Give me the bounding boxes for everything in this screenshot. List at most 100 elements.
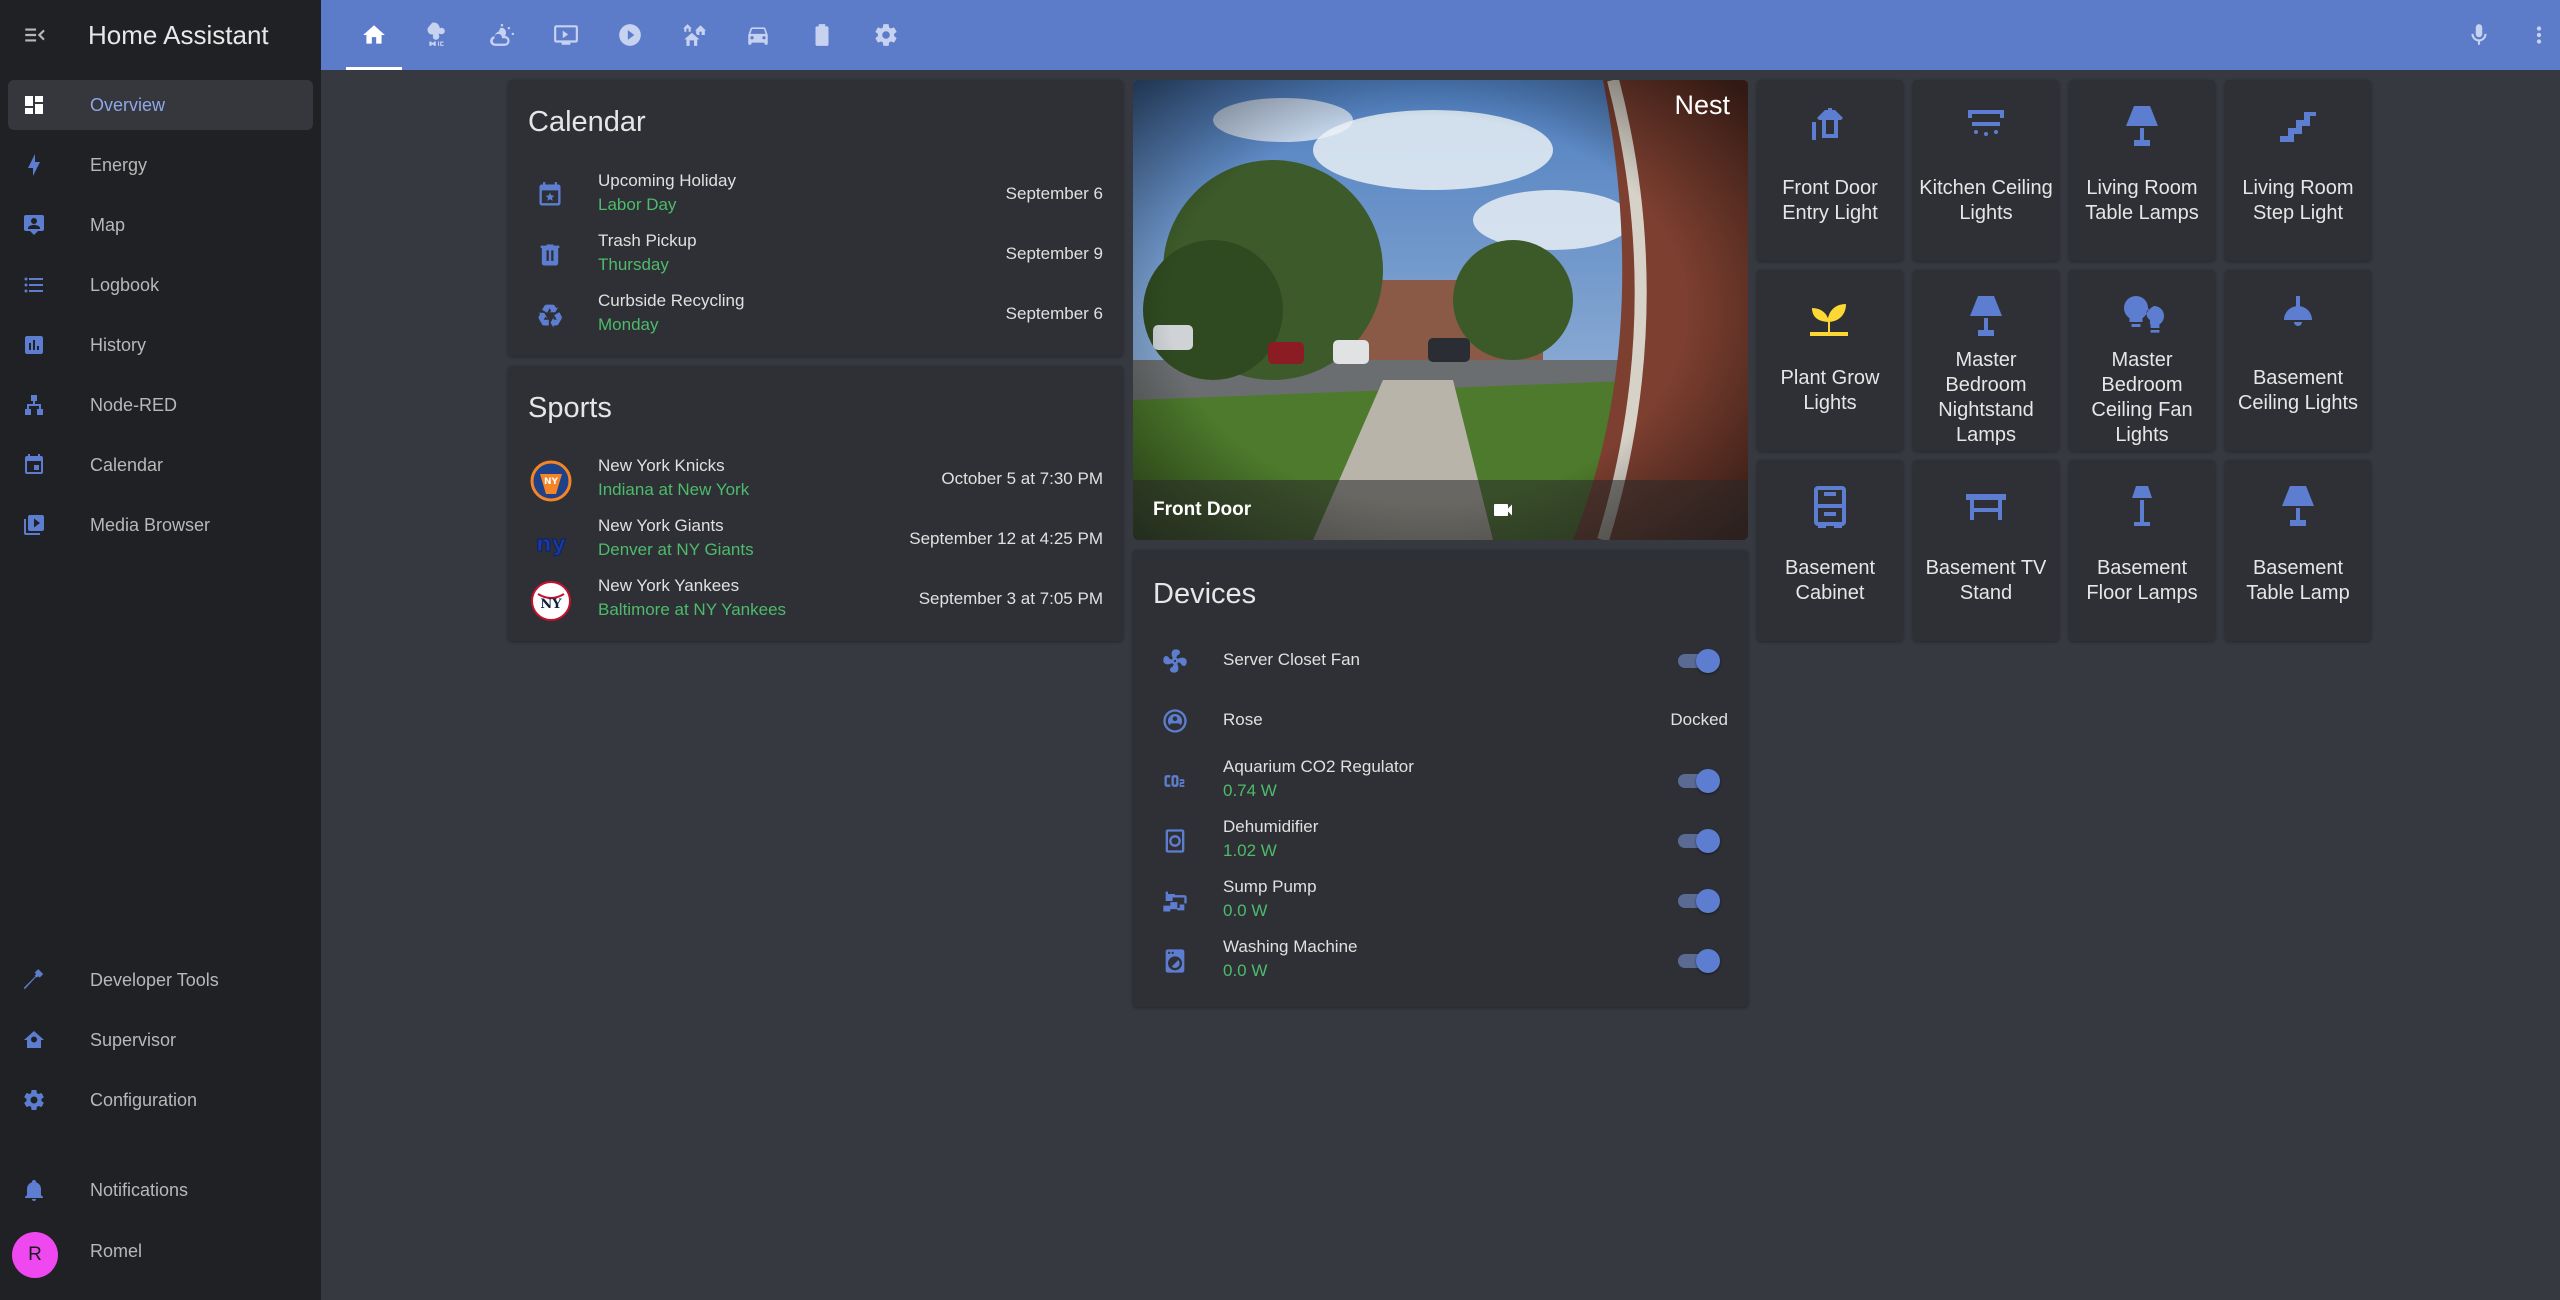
tile-master-bedroom-ceiling-fan-lights[interactable]: Master Bedroom Ceiling Fan Lights [2069, 270, 2215, 451]
tile-basement-cabinet[interactable]: Basement Cabinet [1757, 460, 1903, 641]
device-row[interactable]: Rose Docked [1133, 691, 1748, 751]
tile-label: Basement Cabinet [1784, 557, 1876, 604]
sidebar-item-label: History [90, 334, 147, 355]
supervisor-icon [24, 1031, 44, 1048]
gear-icon [24, 1090, 44, 1110]
list-item[interactable]: NY New York Yankees Baltimore at NY Yank… [508, 570, 1123, 630]
tab-battery[interactable] [790, 0, 854, 70]
media-browser-icon [24, 515, 44, 535]
sidebar: Home Assistant Overview Energy Map Logbo… [0, 0, 321, 1300]
sidebar-item-configuration[interactable]: Configuration [8, 1075, 313, 1125]
tab-media[interactable] [534, 0, 598, 70]
device-row[interactable]: Dehumidifier 1.02 W [1133, 811, 1748, 871]
sidebar-item-node-red[interactable]: Node-RED [8, 380, 313, 430]
camera-name: Front Door [1153, 499, 1252, 520]
sidebar-item-logbook[interactable]: Logbook [8, 260, 313, 310]
tile-label: Master Bedroom Ceiling Fan Lights [2091, 349, 2193, 446]
svg-text:NY: NY [544, 477, 559, 487]
tab-climate[interactable] [406, 0, 470, 70]
sidebar-item-map[interactable]: Map [8, 200, 313, 250]
card-title: Devices [1153, 578, 1257, 610]
tab-weather[interactable] [470, 0, 534, 70]
list-item[interactable]: Trash Pickup Thursday September 9 [508, 225, 1123, 285]
card-title: Calendar [528, 106, 646, 138]
tile-living-room-step-light[interactable]: Living Room Step Light [2225, 80, 2371, 261]
sidebar-item-notifications[interactable]: Notifications [8, 1165, 313, 1215]
device-name: Washing Machine [1223, 937, 1358, 956]
tab-play[interactable] [598, 0, 662, 70]
tile-label: Living Room Table Lamps [2085, 177, 2199, 224]
device-toggle[interactable] [1676, 949, 1720, 973]
event-detail: Monday [598, 315, 659, 334]
device-toggle[interactable] [1676, 769, 1720, 793]
device-toggle[interactable] [1676, 829, 1720, 853]
air-conditioner-icon [427, 22, 445, 46]
tile-basement-tv-stand[interactable]: Basement TV Stand [1913, 460, 2059, 641]
video-icon[interactable] [1491, 498, 1515, 522]
sidebar-item-label: Media Browser [90, 514, 211, 535]
user-name[interactable]: Romel [90, 1241, 142, 1262]
sidebar-item-developer-tools[interactable]: Developer Tools [8, 955, 313, 1005]
logbook-icon [24, 277, 43, 293]
node-red-icon [25, 395, 43, 415]
device-power: 1.02 W [1223, 841, 1277, 860]
tab-settings[interactable] [854, 0, 918, 70]
cabinet-icon [1814, 486, 1846, 528]
device-row[interactable]: Washing Machine 0.0 W [1133, 931, 1748, 991]
tab-home[interactable] [342, 0, 406, 70]
tile-basement-floor-lamps[interactable]: Basement Floor Lamps [2069, 460, 2215, 641]
sidebar-item-history[interactable]: History [8, 320, 313, 370]
device-power: 0.74 W [1223, 781, 1277, 800]
device-status: Docked [1670, 710, 1728, 729]
overview-icon [25, 96, 43, 114]
camera-brand: Nest [1674, 90, 1730, 120]
sidebar-item-label: Energy [90, 154, 148, 175]
card-title: Sports [528, 392, 612, 424]
device-power: 0.0 W [1223, 961, 1268, 980]
device-toggle[interactable] [1676, 649, 1720, 673]
sidebar-item-calendar[interactable]: Calendar [8, 440, 313, 490]
more-vertical-icon [2536, 26, 2542, 44]
more-options-button[interactable] [2509, 0, 2560, 70]
list-item[interactable]: Curbside Recycling Monday September 6 [508, 285, 1123, 345]
device-row[interactable]: Sump Pump 0.0 W [1133, 871, 1748, 931]
home-icon [363, 25, 385, 44]
tile-label: Kitchen Ceiling Lights [1919, 177, 2053, 224]
recycle-icon [538, 304, 562, 328]
tab-home-group[interactable] [662, 0, 726, 70]
voice-button[interactable] [2449, 0, 2509, 70]
camera-card[interactable]: Nest Front Door [1133, 80, 1748, 540]
menu-open-icon [25, 28, 45, 42]
menu-toggle-button[interactable] [0, 0, 70, 70]
avatar[interactable]: R [12, 1232, 58, 1278]
calendar-star-icon [539, 182, 561, 206]
tile-front-door-entry-light[interactable]: Front Door Entry Light [1757, 80, 1903, 261]
list-item[interactable]: ny New York Giants Denver at NY Giants S… [508, 510, 1123, 570]
sidebar-item-media-browser[interactable]: Media Browser [8, 500, 313, 550]
device-row[interactable]: Aquarium CO2 Regulator 0.74 W [1133, 751, 1748, 811]
tile-master-bedroom-nightstand-lamps[interactable]: Master Bedroom Nightstand Lamps [1913, 270, 2059, 451]
sidebar-item-overview[interactable]: Overview [8, 80, 313, 130]
top-bar [321, 0, 2560, 70]
svg-text:ny: ny [536, 532, 566, 557]
device-toggle[interactable] [1676, 889, 1720, 913]
floor-lamp-icon [2132, 486, 2152, 526]
bell-icon [25, 1180, 43, 1201]
tile-basement-table-lamp[interactable]: Basement Table Lamp [2225, 460, 2371, 641]
list-item[interactable]: NY New York Knicks Indiana at New York O… [508, 450, 1123, 510]
tab-car[interactable] [726, 0, 790, 70]
tile-living-room-table-lamps[interactable]: Living Room Table Lamps [2069, 80, 2215, 261]
event-name: Curbside Recycling [598, 291, 745, 310]
sidebar-item-supervisor[interactable]: Supervisor [8, 1015, 313, 1065]
tile-plant-grow-lights[interactable]: Plant Grow Lights [1757, 270, 1903, 451]
tile-basement-ceiling-lights[interactable]: Basement Ceiling Lights [2225, 270, 2371, 451]
device-row[interactable]: Server Closet Fan [1133, 631, 1748, 691]
sidebar-header: Home Assistant [0, 0, 321, 70]
sidebar-item-label: Notifications [90, 1179, 189, 1200]
sidebar-item-label: Developer Tools [90, 969, 219, 990]
ceiling-light-icon [1968, 110, 2004, 136]
list-item[interactable]: Upcoming Holiday Labor Day September 6 [508, 165, 1123, 225]
sidebar-item-energy[interactable]: Energy [8, 140, 313, 190]
event-detail: Labor Day [598, 195, 677, 214]
tile-kitchen-ceiling-lights[interactable]: Kitchen Ceiling Lights [1913, 80, 2059, 261]
